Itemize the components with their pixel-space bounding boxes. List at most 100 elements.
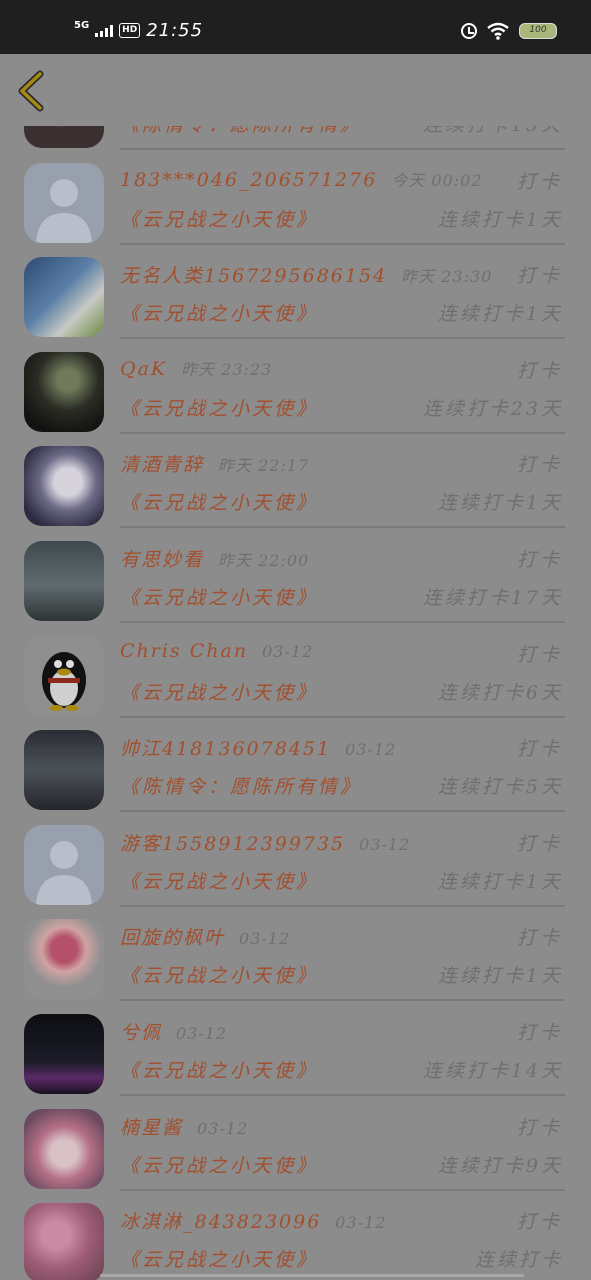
book-title[interactable]: 《云兄战之小天使》 [120,1155,318,1177]
alarm-icon [461,23,477,39]
user-name: 兮佩 [120,1021,163,1044]
chevron-left-icon[interactable] [14,70,48,112]
streak-text: 连续打卡1天 [437,965,563,988]
divider [120,526,565,529]
checkin-label: 打卡 [516,1116,563,1139]
list-item[interactable]: 游客1558912399735 03-12 打卡 《云兄战之小天使》 连续打卡1天 [0,815,591,910]
list-item[interactable]: 楠星酱 03-12 打卡 《云兄战之小天使》 连续打卡9天 [0,1099,591,1194]
checkin-label: 打卡 [516,265,563,288]
streak-text: 连续打卡9天 [437,1154,563,1177]
avatar[interactable] [24,540,104,621]
status-right: 100 [461,22,557,40]
checkin-label: 打卡 [516,170,563,193]
user-name: 楠星酱 [120,1116,184,1139]
checkin-list-inner: 《陈情令：愿陈所有情》 连续打卡15天 183***046_206571276 今天… [0,126,591,1280]
book-title[interactable]: 《云兄战之小天使》 [120,303,318,325]
list-item[interactable]: QaK 昨天 23:23 打卡 《云兄战之小天使》 连续打卡23天 [0,342,591,437]
book-title[interactable]: 《云兄战之小天使》 [120,209,318,231]
list-item[interactable]: 清酒青辞 昨天 22:17 打卡 《云兄战之小天使》 连续打卡1天 [0,436,591,531]
avatar[interactable] [24,919,104,1000]
list-item[interactable]: Chris Chan 03-12 打卡 《云兄战之小天使》 连续打卡6天 [0,626,591,721]
network-type: 5G [74,19,90,31]
avatar[interactable] [24,635,104,716]
list-item[interactable]: 兮佩 03-12 打卡 《云兄战之小天使》 连续打卡14天 [0,1004,591,1099]
checkin-time: 03-12 [335,1213,387,1233]
avatar[interactable] [24,126,104,148]
book-title[interactable]: 《陈情令：愿陈所有情》 [120,126,362,136]
user-name: Chris Chan [120,639,249,662]
checkin-time: 03-12 [262,641,314,661]
streak-text: 连续打卡1天 [437,208,563,231]
book-title[interactable]: 《云兄战之小天使》 [120,871,318,893]
streak-text: 连续打卡14天 [422,1059,563,1082]
divider [120,1093,565,1096]
checkin-time: 03-12 [359,834,411,854]
user-name: 清酒青辞 [120,454,205,477]
scroll-indicator [100,1274,524,1277]
divider [120,148,565,150]
avatar[interactable] [24,824,104,905]
checkin-time: 今天 00:02 [391,170,483,190]
book-title[interactable]: 《云兄战之小天使》 [120,587,318,609]
checkin-label: 打卡 [516,548,563,571]
checkin-time: 昨天 22:17 [218,456,310,476]
book-title[interactable]: 《陈情令：愿陈所有情》 [120,776,362,798]
list-item[interactable]: 《陈情令：愿陈所有情》 连续打卡15天 [0,126,591,153]
divider [120,715,565,718]
status-left: 5G HD 21:55 [74,20,203,41]
user-name: 帅江418136078451 [120,738,332,761]
streak-text: 连续打卡5天 [437,776,563,799]
top-nav-bar [0,54,591,126]
streak-text: 连续打卡1天 [437,492,563,515]
avatar[interactable] [24,730,104,811]
streak-text: 连续打卡6天 [437,681,563,704]
checkin-label: 打卡 [516,832,563,855]
checkin-label: 打卡 [516,359,563,382]
list-item[interactable]: 无名人类1567295686154 昨天 23:30 打卡 《云兄战之小天使》 连续打… [0,247,591,342]
avatar[interactable] [24,351,104,432]
checkin-time: 03-12 [176,1023,228,1043]
user-name: 冰淇淋_843823096 [120,1211,322,1234]
streak-text: 连续打卡17天 [422,586,563,609]
divider [120,999,565,1002]
book-title[interactable]: 《云兄战之小天使》 [120,1060,318,1082]
book-title[interactable]: 《云兄战之小天使》 [120,965,318,987]
user-name: 有思妙看 [120,548,205,571]
checkin-label: 打卡 [516,927,563,950]
book-title[interactable]: 《云兄战之小天使》 [120,398,318,420]
checkin-label: 打卡 [516,454,563,477]
list-item[interactable]: 帅江418136078451 03-12 打卡 《陈情令：愿陈所有情》 连续打卡5天 [0,720,591,815]
checkin-time: 03-12 [197,1118,249,1138]
divider [120,337,565,340]
avatar[interactable] [24,1108,104,1189]
avatar[interactable] [24,162,104,243]
avatar[interactable] [24,1013,104,1094]
book-title[interactable]: 《云兄战之小天使》 [120,1249,318,1271]
avatar[interactable] [24,446,104,527]
list-item[interactable]: 回旋的枫叶 03-12 打卡 《云兄战之小天使》 连续打卡1天 [0,909,591,1004]
streak-text: 连续打卡 [474,1249,563,1272]
checkin-list[interactable]: 《陈情令：愿陈所有情》 连续打卡15天 183***046_206571276 今天… [0,126,591,1280]
avatar[interactable] [24,1203,104,1280]
list-item[interactable]: 冰淇淋_843823096 03-12 打卡 《云兄战之小天使》 连续打卡 [0,1193,591,1280]
checkin-label: 打卡 [516,738,563,761]
signal-icon [95,24,114,37]
checkin-time: 昨天 23:23 [181,359,273,379]
hd-badge: HD [119,23,141,38]
streak-text: 连续打卡15天 [423,126,563,137]
avatar[interactable] [24,257,104,338]
list-item[interactable]: 183***046_206571276 今天 00:02 打卡 《云兄战之小天使》 连… [0,153,591,248]
streak-text: 连续打卡1天 [437,303,563,326]
user-name: QaK [120,357,168,380]
divider [120,904,565,907]
divider [120,810,565,813]
list-item[interactable]: 有思妙看 昨天 22:00 打卡 《云兄战之小天使》 连续打卡17天 [0,531,591,626]
book-title[interactable]: 《云兄战之小天使》 [120,682,318,704]
battery-indicator: 100 [519,23,557,39]
streak-text: 连续打卡23天 [422,397,563,420]
checkin-time: 03-12 [239,929,291,949]
divider [120,620,565,623]
book-title[interactable]: 《云兄战之小天使》 [120,492,318,514]
checkin-label: 打卡 [516,643,563,666]
user-name: 无名人类1567295686154 [120,265,388,288]
